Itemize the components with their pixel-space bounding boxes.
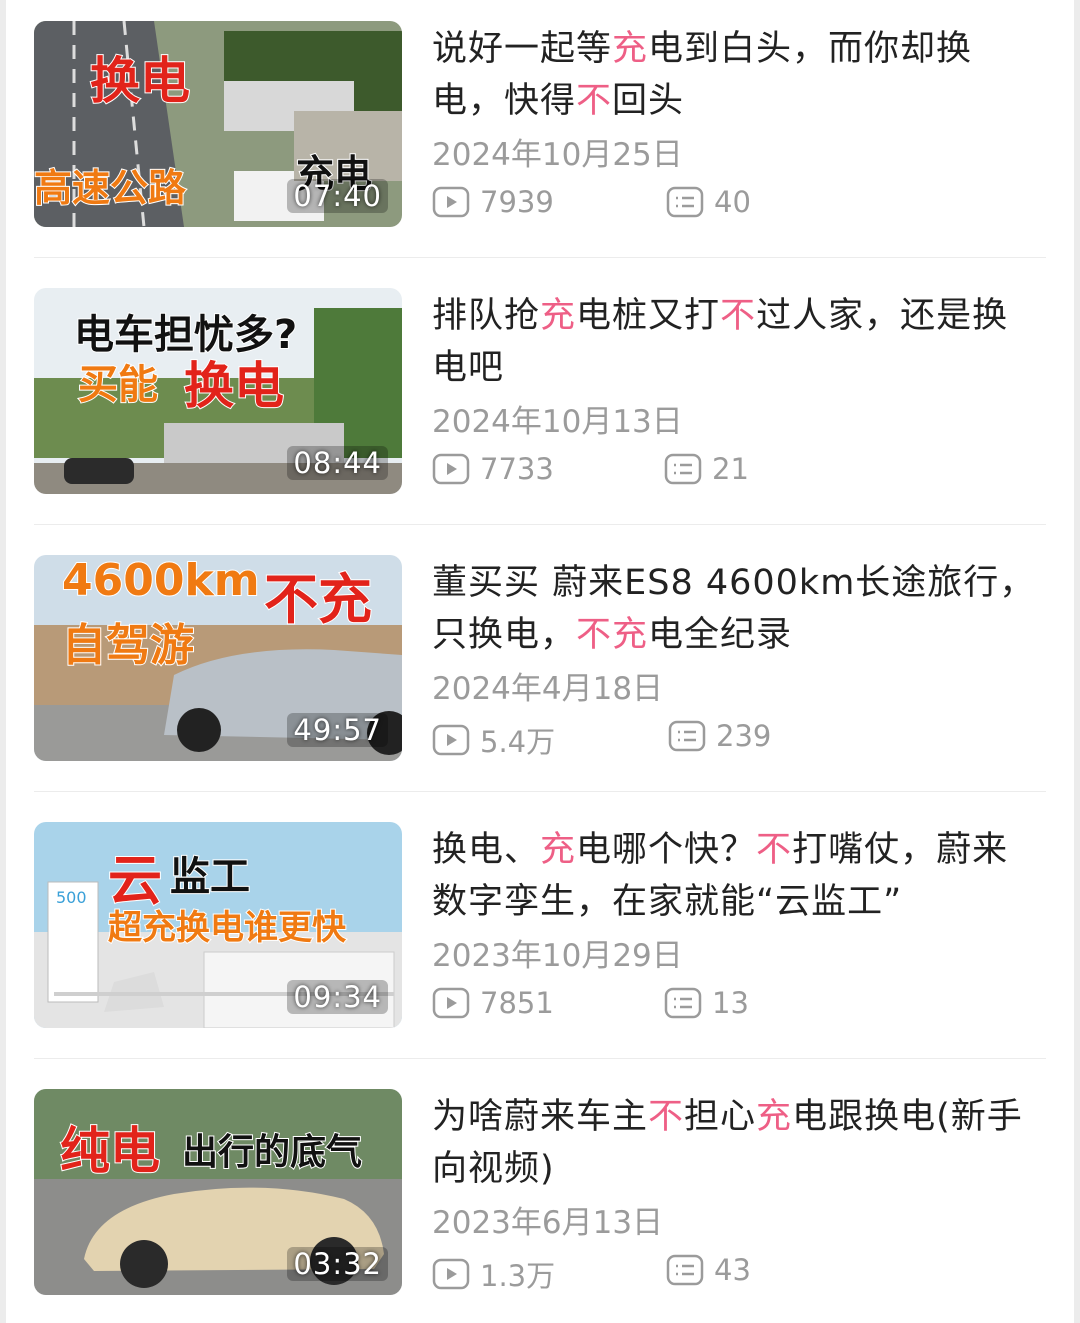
- comment-count-value: 21: [712, 452, 749, 486]
- comment-count-icon: [664, 987, 702, 1019]
- video-item[interactable]: 换电 高速公路 充电 07:40 说好一起等充电到白头，而你却换电，快得不回头 …: [34, 21, 1046, 227]
- video-duration: 07:40: [287, 179, 388, 213]
- title-text: 电桩又打: [576, 296, 721, 336]
- comment-count-value: 13: [712, 986, 749, 1020]
- play-count-icon: [432, 987, 470, 1019]
- comment-count: 21: [664, 452, 749, 486]
- play-count-icon: [432, 1258, 470, 1290]
- divider: [34, 1058, 1046, 1059]
- thumbnail-caption: 纯电: [59, 1121, 161, 1181]
- comment-count: 40: [666, 185, 751, 219]
- divider: [34, 257, 1046, 258]
- video-duration: 49:57: [287, 713, 388, 747]
- thumbnail-caption: 监工: [169, 853, 251, 901]
- video-item[interactable]: 云 监工 超充换电谁更快 500 09:34 换电、充电哪个快？不打嘴仗，蔚来数…: [34, 822, 1046, 1028]
- comment-count-icon: [668, 720, 706, 752]
- video-stats: 5.4万 239: [432, 719, 1032, 759]
- video-date: 2024年4月18日: [432, 671, 664, 707]
- play-count: 1.3万: [432, 1253, 555, 1295]
- comment-count-icon: [664, 453, 702, 485]
- video-title[interactable]: 董买买 蔚来ES8 4600km长途旅行，只换电，不充电全纪录: [432, 557, 1040, 661]
- play-count-value: 1.3万: [480, 1259, 556, 1293]
- video-duration: 03:32: [287, 1247, 388, 1281]
- title-highlight: 充: [540, 296, 577, 336]
- video-date: 2024年10月13日: [432, 404, 683, 440]
- divider: [34, 791, 1046, 792]
- play-count: 7939: [432, 185, 554, 219]
- title-highlight: 不: [720, 296, 757, 336]
- title-highlight: 不: [648, 1097, 685, 1137]
- video-thumbnail[interactable]: 云 监工 超充换电谁更快 500 09:34: [34, 822, 402, 1028]
- video-stats: 7733 21: [432, 452, 1032, 492]
- play-count-value: 7939: [480, 185, 554, 219]
- play-count-icon: [432, 724, 470, 756]
- video-thumbnail[interactable]: 4600km 不充 自驾游 49:57: [34, 555, 402, 761]
- comment-count-value: 239: [716, 719, 772, 753]
- comment-count-value: 43: [714, 1253, 751, 1287]
- play-count: 5.4万: [432, 719, 555, 761]
- video-date: 2023年6月13日: [432, 1205, 664, 1241]
- comment-count: 43: [666, 1253, 751, 1287]
- comment-count: 239: [668, 719, 771, 753]
- thumbnail-caption: 500: [56, 888, 87, 907]
- comment-count-icon: [666, 1254, 704, 1286]
- comment-count-value: 40: [714, 185, 751, 219]
- video-stats: 7851 13: [432, 986, 1032, 1026]
- thumbnail-caption: 买能: [77, 361, 159, 409]
- play-count-icon: [432, 453, 470, 485]
- comment-count-icon: [666, 186, 704, 218]
- left-edge: [0, 0, 6, 1323]
- video-date: 2023年10月29日: [432, 938, 683, 974]
- video-stats: 1.3万 43: [432, 1253, 1032, 1293]
- title-text: 电全纪录: [648, 615, 793, 655]
- title-text: 排队抢: [432, 296, 541, 336]
- title-text: 为啥蔚来车主: [432, 1097, 649, 1137]
- video-thumbnail[interactable]: 换电 高速公路 充电 07:40: [34, 21, 402, 227]
- play-count-icon: [432, 186, 470, 218]
- title-text: 换电、: [432, 830, 541, 870]
- video-duration: 08:44: [287, 446, 388, 480]
- comment-count: 13: [664, 986, 749, 1020]
- video-title[interactable]: 排队抢充电桩又打不过人家，还是换电吧: [432, 290, 1040, 394]
- video-thumbnail[interactable]: 电车担忧多? 买能 换电 08:44: [34, 288, 402, 494]
- thumbnail-caption: 高速公路: [34, 165, 187, 211]
- title-highlight: 不: [756, 830, 793, 870]
- video-title[interactable]: 说好一起等充电到白头，而你却换电，快得不回头: [432, 23, 1040, 127]
- video-stats: 7939 40: [432, 185, 1032, 225]
- title-highlight: 充: [540, 830, 577, 870]
- title-highlight: 充: [756, 1097, 793, 1137]
- title-text: 电哪个快？: [576, 830, 757, 870]
- video-duration: 09:34: [287, 980, 388, 1014]
- video-title[interactable]: 为啥蔚来车主不担心充电跟换电(新手向视频): [432, 1091, 1040, 1195]
- video-date: 2024年10月25日: [432, 137, 683, 173]
- play-count: 7733: [432, 452, 554, 486]
- play-count: 7851: [432, 986, 554, 1020]
- thumbnail-caption: 超充换电谁更快: [107, 907, 347, 949]
- play-count-value: 7851: [480, 986, 554, 1020]
- title-highlight: 充: [612, 29, 649, 69]
- video-thumbnail[interactable]: 纯电 出行的底气 03:32: [34, 1089, 402, 1295]
- divider: [34, 524, 1046, 525]
- play-count-value: 7733: [480, 452, 554, 486]
- thumbnail-caption: 出行的底气: [181, 1131, 363, 1174]
- thumbnail-caption: 换电: [89, 51, 191, 111]
- thumbnail-caption: 自驾游: [61, 619, 195, 672]
- thumbnail-caption: 4600km: [61, 555, 261, 607]
- play-count-value: 5.4万: [480, 725, 556, 759]
- video-title[interactable]: 换电、充电哪个快？不打嘴仗，蔚来数字孪生，在家就能“云监工”: [432, 824, 1040, 928]
- title-text: 回头: [612, 81, 685, 121]
- title-highlight: 不充: [576, 615, 649, 655]
- title-highlight: 不: [576, 81, 613, 121]
- right-edge: [1074, 0, 1080, 1323]
- video-item[interactable]: 电车担忧多? 买能 换电 08:44 排队抢充电桩又打不过人家，还是换电吧 20…: [34, 288, 1046, 494]
- title-text: 担心: [684, 1097, 757, 1137]
- title-text: 说好一起等: [432, 29, 613, 69]
- thumbnail-caption: 换电: [183, 356, 285, 416]
- video-item[interactable]: 纯电 出行的底气 03:32 为啥蔚来车主不担心充电跟换电(新手向视频) 202…: [34, 1089, 1046, 1295]
- thumbnail-caption: 不充: [263, 567, 373, 632]
- video-item[interactable]: 4600km 不充 自驾游 49:57 董买买 蔚来ES8 4600km长途旅行…: [34, 555, 1046, 761]
